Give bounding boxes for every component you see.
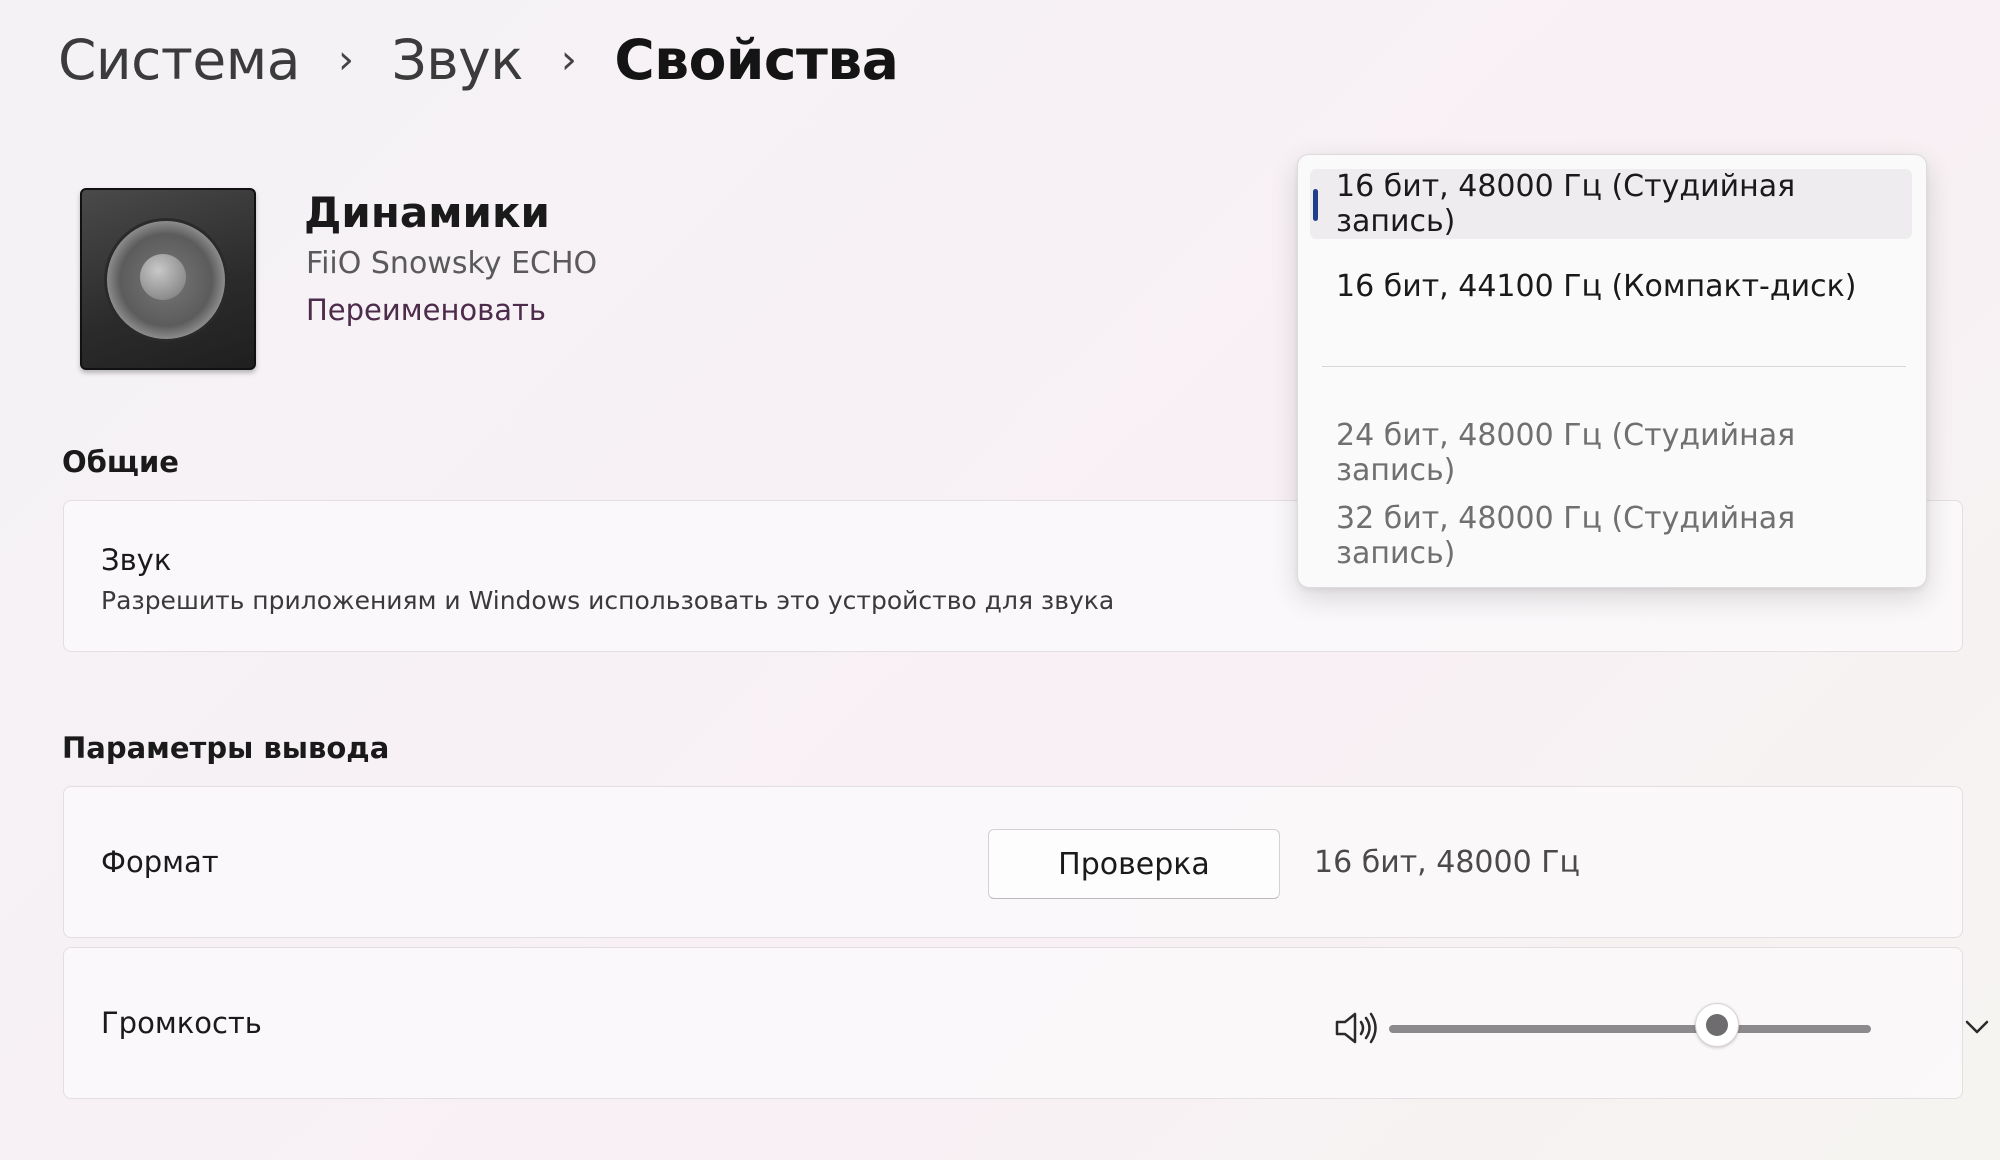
audio-allow-description: Разрешить приложениям и Windows использо… [101, 586, 1115, 615]
breadcrumb-separator: › [337, 37, 354, 83]
selected-indicator [1313, 189, 1318, 221]
breadcrumb-sound[interactable]: Звук [391, 28, 523, 92]
breadcrumb-system[interactable]: Система [58, 28, 300, 92]
audio-allow-label: Звук [101, 543, 172, 577]
format-option-label: 32 бит, 48000 Гц (Студийная запись) [1336, 501, 1796, 571]
breadcrumb: Система › Звук › Свойства [58, 28, 899, 92]
speaker-volume-icon[interactable] [1334, 1010, 1380, 1046]
format-option-32-48000[interactable]: 32 бит, 48000 Гц (Студийная запись) [1310, 501, 1912, 571]
breadcrumb-separator: › [560, 37, 577, 83]
format-dropdown: 16 бит, 48000 Гц (Студийная запись) 16 б… [1297, 154, 1927, 588]
format-option-16-48000[interactable]: 16 бит, 48000 Гц (Студийная запись) [1310, 169, 1912, 239]
chevron-down-icon[interactable] [1960, 1010, 1994, 1044]
format-option-label: 16 бит, 44100 Гц (Компакт-диск) [1336, 268, 1857, 304]
volume-slider-track[interactable] [1389, 1025, 1871, 1033]
format-card: Формат Проверка 16 бит, 48000 Гц [63, 786, 1963, 938]
test-button[interactable]: Проверка [988, 829, 1280, 899]
dropdown-divider [1322, 366, 1906, 367]
volume-label: Громкость [101, 1006, 262, 1040]
section-title-output: Параметры вывода [62, 731, 390, 765]
speaker-cone [140, 254, 186, 300]
rename-link[interactable]: Переименовать [306, 293, 546, 327]
format-option-24-48000[interactable]: 24 бит, 48000 Гц (Студийная запись) [1310, 418, 1912, 488]
format-option-16-44100[interactable]: 16 бит, 44100 Гц (Компакт-диск) [1310, 251, 1912, 321]
format-option-label: 16 бит, 48000 Гц (Студийная запись) [1336, 169, 1796, 239]
section-title-general: Общие [62, 445, 179, 479]
format-option-label: 24 бит, 48000 Гц (Студийная запись) [1336, 418, 1796, 488]
device-model: FiiO Snowsky ECHO [306, 246, 598, 281]
volume-card: Громкость [63, 947, 1989, 1099]
format-label: Формат [101, 845, 219, 879]
device-name: Динамики [304, 188, 550, 237]
format-value[interactable]: 16 бит, 48000 Гц [1314, 845, 1580, 880]
volume-slider-thumb[interactable] [1694, 1003, 1739, 1047]
page-title: Свойства [614, 28, 899, 92]
speaker-icon [80, 188, 256, 370]
